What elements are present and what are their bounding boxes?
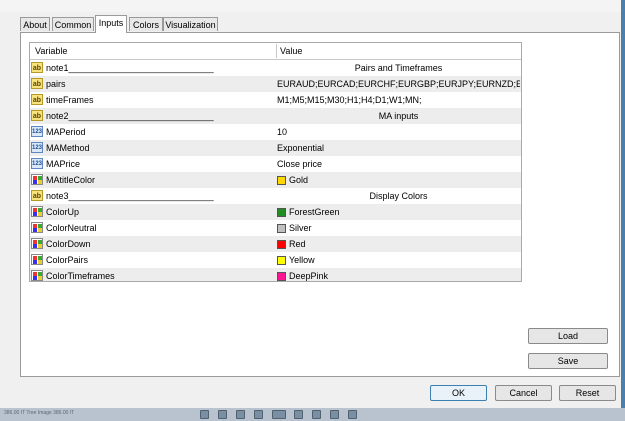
ok-button[interactable]: OK [430, 385, 487, 401]
table-header: Variable Value [30, 43, 521, 60]
color-type-icon [31, 206, 43, 217]
variable-value[interactable]: M1;M5;M15;M30;H1;H4;D1;W1;MN; [277, 92, 520, 108]
load-button[interactable]: Load [528, 328, 608, 344]
window-top-strip [0, 0, 625, 12]
variable-value[interactable]: EURAUD;EURCAD;EURCHF;EURGBP;EURJPY;EURNZ… [277, 76, 520, 92]
column-divider[interactable] [276, 44, 277, 58]
string-type-icon: ab [31, 110, 43, 121]
string-type-icon: ab [31, 78, 43, 89]
color-type-icon [31, 174, 43, 185]
variable-value[interactable]: Yellow [277, 252, 520, 268]
color-type-icon [31, 222, 43, 233]
number-type-icon: 123 [31, 158, 43, 169]
color-swatch [277, 224, 286, 233]
table-row[interactable]: ColorNeutral Silver [30, 220, 521, 236]
color-swatch [277, 256, 286, 265]
taskbar-app-icon[interactable] [200, 410, 209, 419]
variable-value[interactable]: Pairs and Timeframes [277, 60, 520, 76]
taskbar-app-icon[interactable] [312, 410, 321, 419]
table-row[interactable]: ColorTimeframes DeepPink [30, 268, 521, 281]
color-swatch [277, 176, 286, 185]
cancel-button[interactable]: Cancel [495, 385, 552, 401]
table-row[interactable]: 123 MAPeriod 10 [30, 124, 521, 140]
tab-inputs[interactable]: Inputs [95, 15, 127, 33]
variable-name: pairs [46, 79, 66, 89]
color-type-icon [31, 270, 43, 281]
string-type-icon: ab [31, 190, 43, 201]
variable-name: note1_____________________________ [46, 63, 214, 73]
string-type-icon: ab [31, 62, 43, 73]
variable-value[interactable]: Display Colors [277, 188, 520, 204]
taskbar-app-icon[interactable] [218, 410, 227, 419]
variable-value[interactable]: ForestGreen [277, 204, 520, 220]
taskbar-text: 386.00 IT Tree Image 386.00 IT [4, 410, 75, 416]
variable-value[interactable]: MA inputs [277, 108, 520, 124]
table-row[interactable]: ab timeFrames M1;M5;M15;M30;H1;H4;D1;W1;… [30, 92, 521, 108]
column-header-variable[interactable]: Variable [35, 43, 67, 59]
variable-value[interactable]: Red [277, 236, 520, 252]
variable-value[interactable]: Silver [277, 220, 520, 236]
variable-value[interactable]: Gold [277, 172, 520, 188]
tab-common[interactable]: Common [52, 17, 94, 31]
window-border-right [621, 0, 625, 408]
table-row[interactable]: ColorUp ForestGreen [30, 204, 521, 220]
table-row[interactable]: 123 MAMethod Exponential [30, 140, 521, 156]
table-row[interactable]: ab note2_____________________________ MA… [30, 108, 521, 124]
table-row[interactable]: ab pairs EURAUD;EURCAD;EURCHF;EURGBP;EUR… [30, 76, 521, 92]
number-type-icon: 123 [31, 126, 43, 137]
variable-name: note3_____________________________ [46, 191, 214, 201]
string-type-icon: ab [31, 94, 43, 105]
table-row[interactable]: 123 MAPrice Close price [30, 156, 521, 172]
number-type-icon: 123 [31, 142, 43, 153]
variable-name: MAPeriod [46, 127, 86, 137]
variable-name: ColorNeutral [46, 223, 97, 233]
color-swatch [277, 240, 286, 249]
variable-value[interactable]: Exponential [277, 140, 520, 156]
variable-name: ColorTimeframes [46, 271, 115, 281]
variable-name: ColorUp [46, 207, 80, 217]
color-type-icon [31, 238, 43, 249]
variable-value[interactable]: 10 [277, 124, 520, 140]
variable-name: MAMethod [46, 143, 90, 153]
variable-value[interactable]: Close price [277, 156, 520, 172]
variable-name: timeFrames [46, 95, 94, 105]
table-row[interactable]: MAtitleColor Gold [30, 172, 521, 188]
taskbar-app-icon[interactable] [348, 410, 357, 419]
table-row[interactable]: ColorPairs Yellow [30, 252, 521, 268]
variable-name: ColorDown [46, 239, 91, 249]
table-row[interactable]: ColorDown Red [30, 236, 521, 252]
save-button[interactable]: Save [528, 353, 608, 369]
color-swatch [277, 208, 286, 217]
color-type-icon [31, 254, 43, 265]
column-header-value[interactable]: Value [280, 43, 302, 59]
variable-name: MAPrice [46, 159, 81, 169]
tab-about[interactable]: About [20, 17, 50, 31]
variable-value[interactable]: DeepPink [277, 268, 520, 281]
table-row[interactable]: ab note3_____________________________ Di… [30, 188, 521, 204]
taskbar-app-icon[interactable] [254, 410, 263, 419]
taskbar-app-icon[interactable] [236, 410, 245, 419]
taskbar-app-icon[interactable] [294, 410, 303, 419]
tab-visualization[interactable]: Visualization [163, 17, 218, 31]
variable-name: note2_____________________________ [46, 111, 214, 121]
variable-name: MAtitleColor [46, 175, 96, 185]
taskbar: 386.00 IT Tree Image 386.00 IT [0, 408, 625, 421]
taskbar-app-icon[interactable] [330, 410, 339, 419]
inputs-table: Variable Value ab note1_________________… [29, 42, 522, 282]
reset-button[interactable]: Reset [559, 385, 616, 401]
table-row[interactable]: ab note1_____________________________ Pa… [30, 60, 521, 76]
tab-colors[interactable]: Colors [129, 17, 163, 31]
taskbar-app-icon[interactable] [272, 410, 286, 419]
variable-name: ColorPairs [46, 255, 89, 265]
color-swatch [277, 272, 286, 281]
